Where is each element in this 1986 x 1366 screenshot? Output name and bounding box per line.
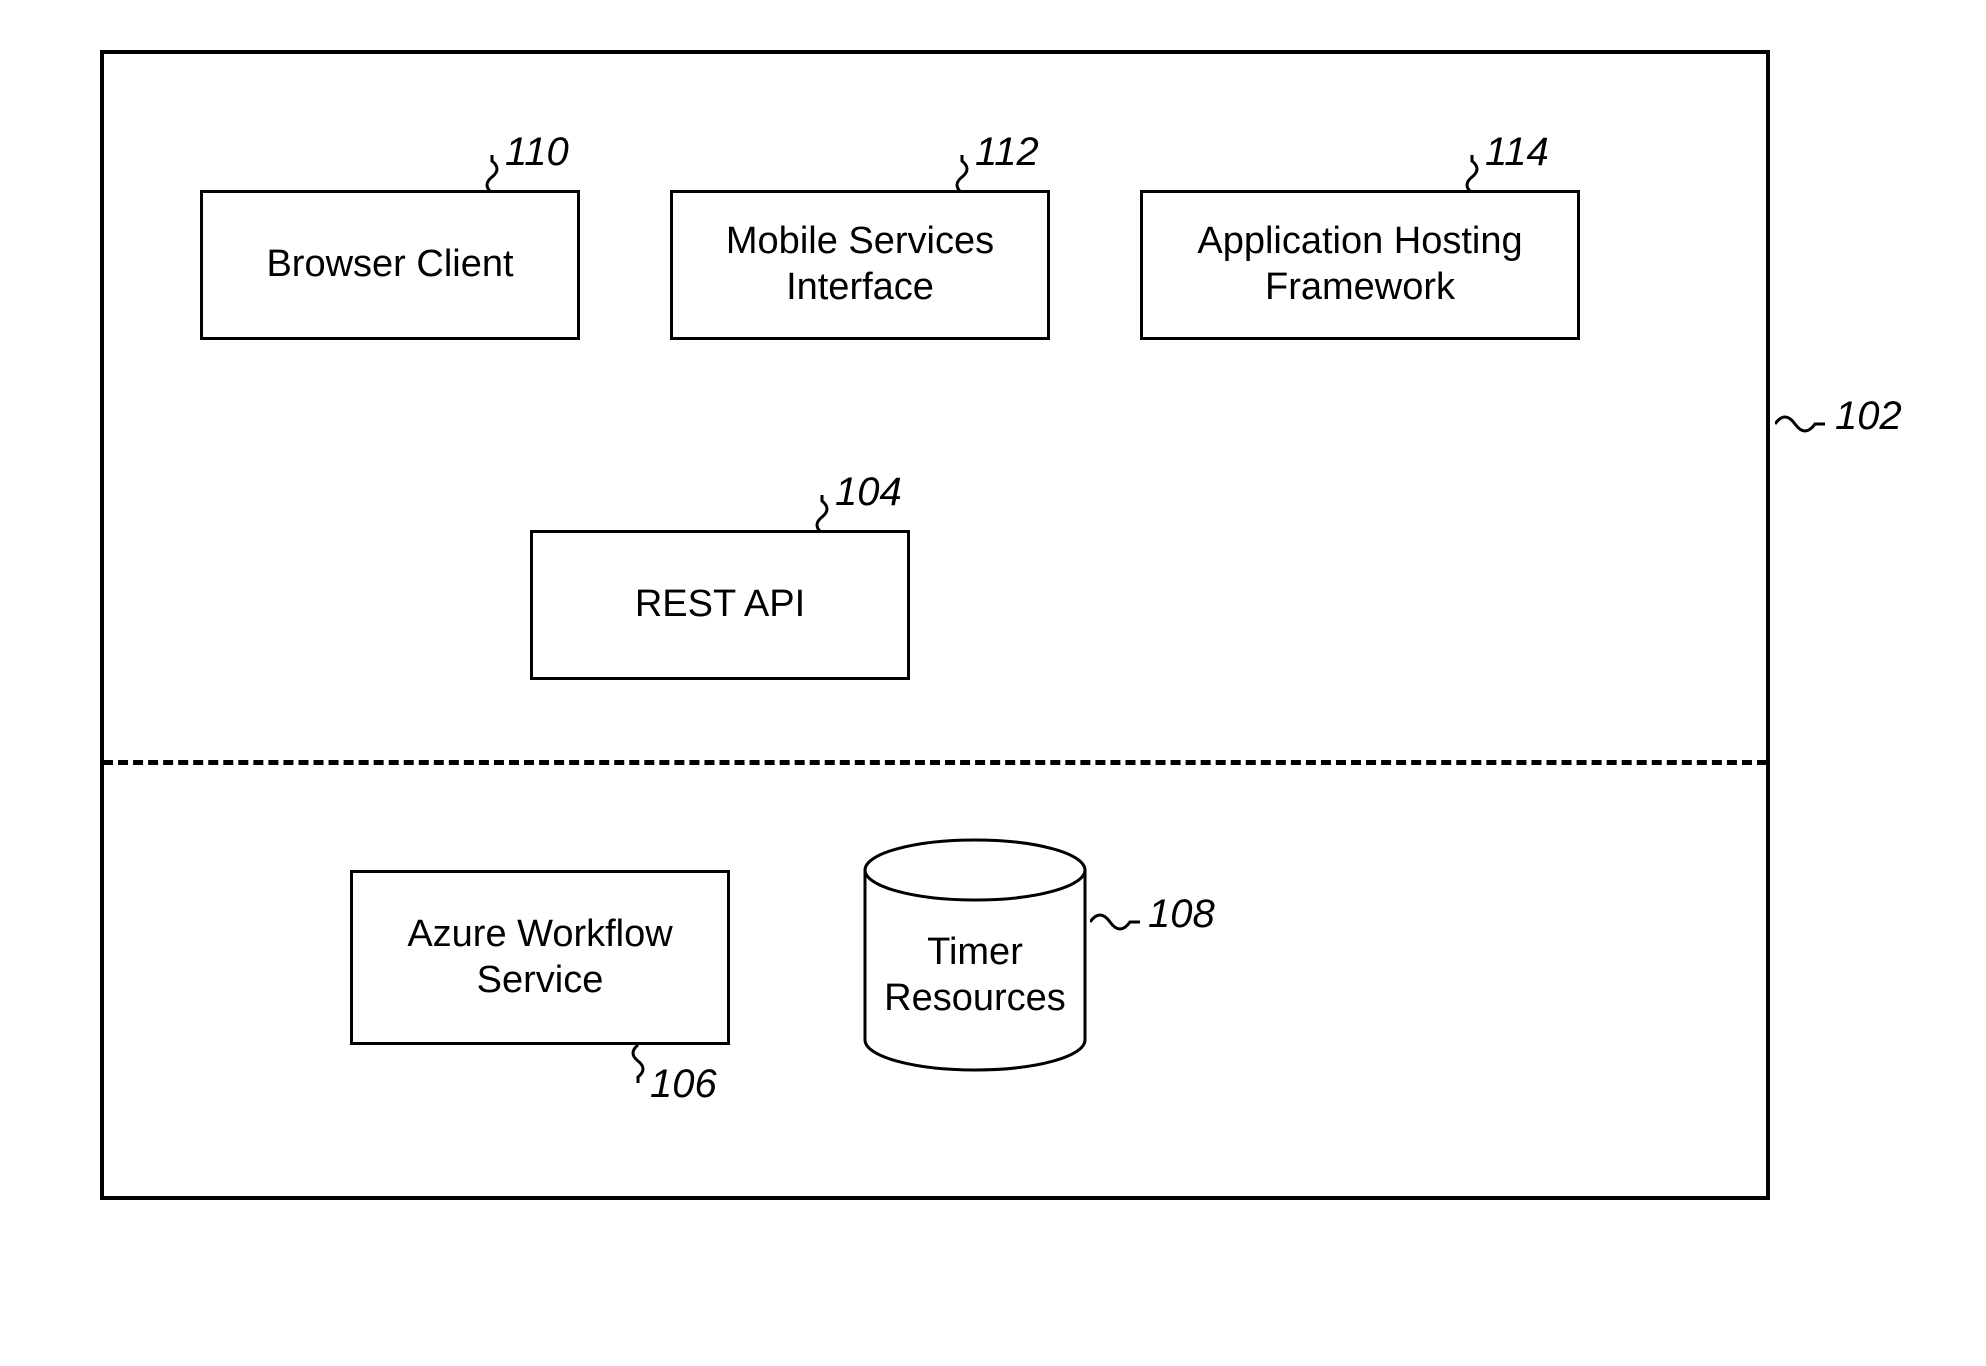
leader-110 [482, 155, 502, 190]
block-app-hosting: Application Hosting Framework [1140, 190, 1580, 340]
leader-102 [1775, 412, 1825, 432]
ref-114: 114 [1485, 130, 1549, 175]
leader-108 [1090, 910, 1140, 930]
block-azure-workflow: Azure Workflow Service [350, 870, 730, 1045]
block-label: Azure Workflow Service [407, 912, 672, 1003]
leader-106 [628, 1045, 648, 1080]
block-label: Browser Client [266, 242, 513, 288]
block-browser-client: Browser Client [200, 190, 580, 340]
diagram-canvas: 102 Browser Client 110 Mobile Services I… [0, 0, 1986, 1366]
block-label: Timer Resources [850, 930, 1100, 1021]
block-mobile-services: Mobile Services Interface [670, 190, 1050, 340]
ref-110: 110 [505, 130, 569, 175]
block-label: REST API [635, 582, 805, 628]
block-label: Mobile Services Interface [726, 219, 994, 310]
dashed-divider [103, 760, 1767, 765]
block-label: Application Hosting Framework [1197, 219, 1522, 310]
block-rest-api: REST API [530, 530, 910, 680]
block-timer-resources: Timer Resources [850, 835, 1100, 1075]
ref-102: 102 [1835, 394, 1902, 439]
ref-106: 106 [650, 1062, 717, 1107]
leader-112 [952, 155, 972, 190]
leader-114 [1462, 155, 1482, 190]
ref-108: 108 [1148, 892, 1215, 937]
ref-112: 112 [975, 130, 1039, 175]
leader-104 [812, 495, 832, 530]
ref-104: 104 [835, 470, 902, 515]
